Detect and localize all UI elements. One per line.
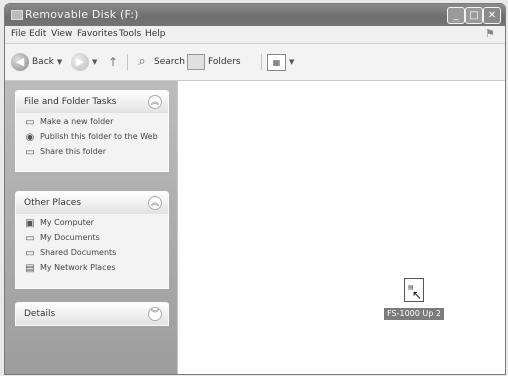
windows-flag-icon: ⚑: [485, 27, 495, 40]
shared-folder-icon: ▭: [25, 248, 35, 259]
task-label: Make a new folder: [40, 117, 114, 126]
panel-title: Other Places: [24, 198, 82, 208]
folders-icon: [187, 54, 205, 70]
panel-title: Details: [24, 309, 56, 319]
other-places-panel: Other Places ︽ ▣ My Computer ▭ My Docume…: [15, 191, 169, 289]
panel-title: File and Folder Tasks: [24, 97, 117, 107]
network-icon: ▤: [25, 263, 35, 274]
menu-file[interactable]: File: [11, 29, 26, 39]
back-arrow-icon: ◀: [11, 53, 29, 71]
search-icon: ⌕: [138, 54, 146, 69]
menu-bar: File Edit View Favorites Tools Help ⚑: [5, 26, 505, 44]
window-title: Removable Disk (F:): [25, 8, 139, 21]
forward-arrow-icon: ▶: [71, 53, 89, 71]
mouse-pointer-icon: ↖: [412, 288, 423, 302]
place-shared-documents[interactable]: ▭ Shared Documents: [24, 248, 162, 259]
toolbar-divider: [261, 54, 262, 70]
menu-view[interactable]: View: [51, 29, 72, 39]
search-button[interactable]: ⌕ Search: [133, 52, 185, 72]
explorer-window: Removable Disk (F:) _ □ ✕ File Edit View…: [4, 3, 506, 375]
back-label: Back: [32, 57, 54, 67]
menu-favorites[interactable]: Favorites: [77, 29, 118, 39]
place-my-computer[interactable]: ▣ My Computer: [24, 218, 162, 229]
search-label: Search: [154, 57, 185, 67]
views-dropdown-icon[interactable]: ▼: [289, 58, 294, 66]
collapse-icon[interactable]: ︽: [148, 95, 162, 109]
back-button[interactable]: ◀ Back ▼: [11, 52, 62, 72]
toolbar: ◀ Back ▼ ▶ ▼ ↑ ⌕ Search Folders ▦ ▼: [5, 44, 505, 81]
toolbar-divider: [127, 54, 128, 70]
place-my-documents[interactable]: ▭ My Documents: [24, 233, 162, 244]
globe-icon: ◉: [25, 132, 35, 143]
file-list-area[interactable]: ▤ FS-1000 Up 2 ↖: [177, 81, 505, 374]
folders-button[interactable]: Folders: [187, 52, 241, 72]
up-folder-icon: ↑: [107, 55, 119, 69]
folders-label: Folders: [208, 57, 241, 67]
computer-icon: ▣: [25, 218, 35, 229]
task-label: Publish this folder to the Web: [40, 132, 158, 141]
menu-edit[interactable]: Edit: [29, 29, 46, 39]
views-button[interactable]: ▦ ▼: [267, 52, 294, 72]
task-share-folder[interactable]: ▭ Share this folder: [24, 147, 162, 158]
details-panel: Details ︾: [15, 302, 169, 326]
file-folder-tasks-panel: File and Folder Tasks ︽ ▭ Make a new fol…: [15, 90, 169, 172]
place-label: My Documents: [40, 233, 100, 242]
share-folder-icon: ▭: [25, 147, 35, 158]
task-pane: File and Folder Tasks ︽ ▭ Make a new fol…: [5, 81, 177, 374]
task-label: Share this folder: [40, 147, 106, 156]
forward-dropdown-icon[interactable]: ▼: [92, 58, 97, 66]
close-button[interactable]: ✕: [483, 7, 501, 24]
place-label: My Network Places: [40, 263, 116, 272]
new-folder-icon: ▭: [25, 117, 35, 128]
place-label: Shared Documents: [40, 248, 117, 257]
collapse-icon[interactable]: ︽: [148, 196, 162, 210]
place-network-places[interactable]: ▤ My Network Places: [24, 263, 162, 274]
panel-header[interactable]: Details ︾: [16, 303, 168, 325]
panel-header[interactable]: File and Folder Tasks ︽: [16, 91, 168, 113]
menu-help[interactable]: Help: [145, 29, 166, 39]
up-button[interactable]: ↑: [105, 52, 121, 72]
task-make-folder[interactable]: ▭ Make a new folder: [24, 117, 162, 128]
maximize-button[interactable]: □: [465, 7, 483, 24]
minimize-button[interactable]: _: [447, 7, 465, 24]
place-label: My Computer: [40, 218, 94, 227]
file-item[interactable]: ▤ FS-1000 Up 2 ↖: [380, 278, 448, 320]
file-name: FS-1000 Up 2: [384, 308, 444, 320]
documents-folder-icon: ▭: [25, 233, 35, 244]
back-dropdown-icon[interactable]: ▼: [57, 58, 62, 66]
task-publish-folder[interactable]: ◉ Publish this folder to the Web: [24, 132, 162, 143]
folder-icon: [11, 10, 23, 20]
panel-header[interactable]: Other Places ︽: [16, 192, 168, 214]
title-bar[interactable]: Removable Disk (F:) _ □ ✕: [5, 4, 505, 26]
expand-icon[interactable]: ︾: [148, 307, 162, 321]
menu-tools[interactable]: Tools: [119, 29, 141, 39]
views-icon: ▦: [267, 53, 286, 71]
forward-button[interactable]: ▶ ▼: [71, 52, 97, 72]
